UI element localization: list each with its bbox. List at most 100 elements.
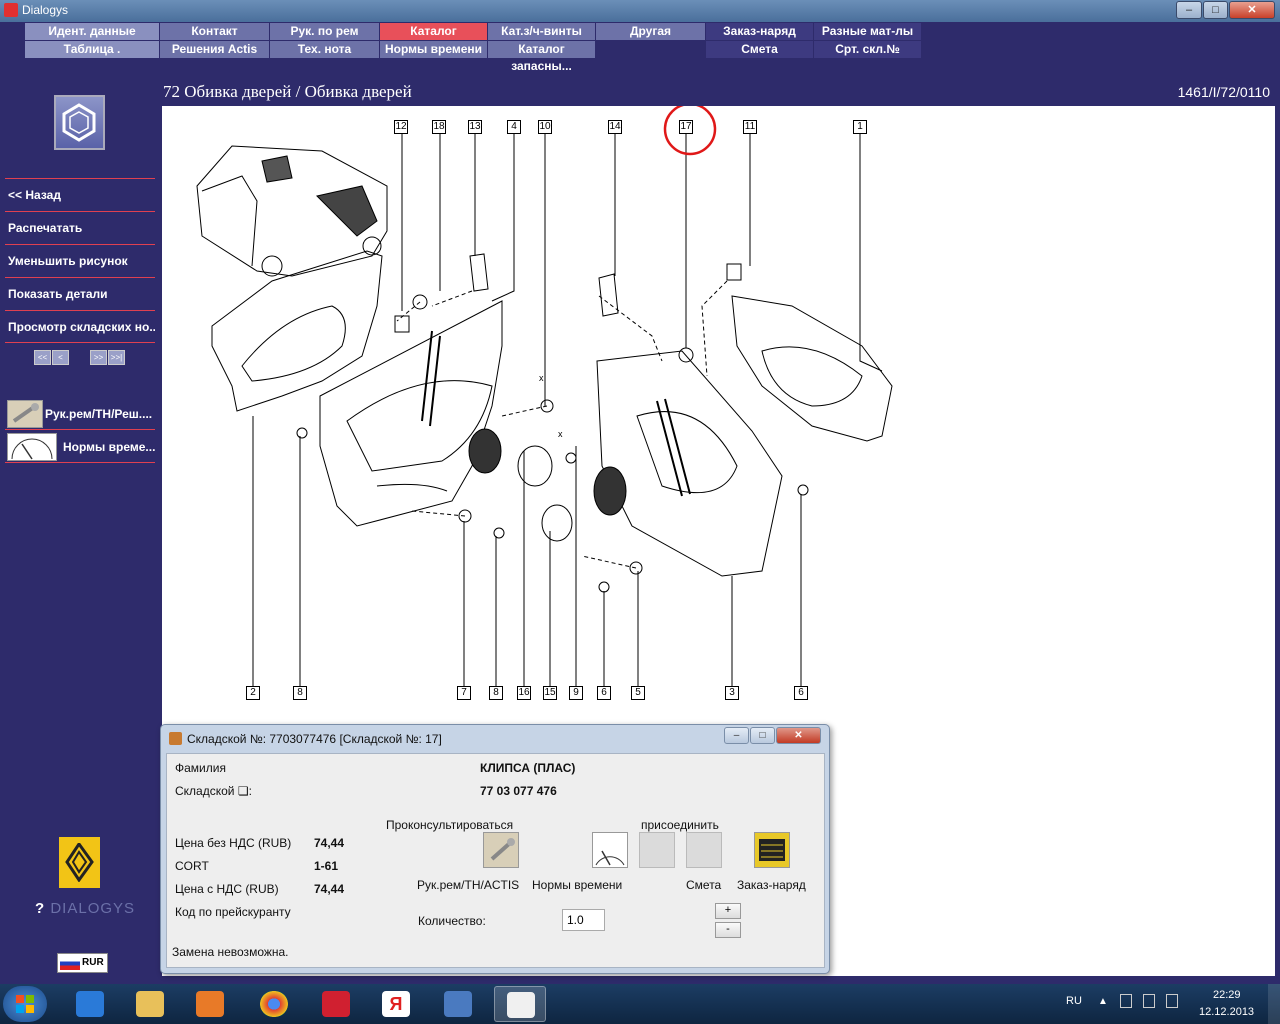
callout-1[interactable]: 1 bbox=[853, 120, 867, 134]
title-bar: Dialogys – □ ✕ bbox=[0, 0, 1280, 22]
chrome-icon bbox=[260, 991, 288, 1017]
dialog-minimize-button[interactable]: – bbox=[724, 727, 749, 744]
zoom-out-button[interactable]: Уменьшить рисунок bbox=[5, 244, 155, 276]
menu-repair-manual[interactable]: Рук. по рем bbox=[270, 23, 380, 40]
back-button[interactable]: << Назад bbox=[5, 178, 155, 210]
tile-repair-manual-label: Рук.рем/ТН/Реш.... bbox=[45, 407, 153, 421]
value-part-name: КЛИПСА (ПЛАС) bbox=[480, 761, 576, 775]
callout-9[interactable]: 9 bbox=[569, 686, 583, 700]
hex-nut-logo bbox=[54, 95, 105, 150]
tile-repair-manual[interactable]: Рук.рем/ТН/Реш.... bbox=[5, 398, 155, 430]
callout-15[interactable]: 15 bbox=[543, 686, 557, 700]
callout-10[interactable]: 10 bbox=[538, 120, 552, 134]
taskbar-chrome[interactable] bbox=[248, 986, 300, 1022]
taskbar-java-dialogys[interactable] bbox=[494, 986, 546, 1022]
nav-last-button[interactable]: >>| bbox=[108, 350, 125, 365]
menu-screws-catalog[interactable]: Кат.з/ч-винты bbox=[488, 23, 596, 40]
tile-time-norms[interactable]: Нормы време... bbox=[5, 431, 155, 463]
minimize-button[interactable]: – bbox=[1176, 1, 1202, 19]
tile-time-norms-label: Нормы време... bbox=[63, 440, 156, 454]
work-order-icon[interactable] bbox=[754, 832, 790, 868]
dialog-maximize-button[interactable]: □ bbox=[750, 727, 775, 744]
menu-tech-note[interactable]: Тех. нота bbox=[270, 41, 380, 58]
time-norms-icon[interactable] bbox=[592, 832, 628, 868]
value-price-ex-vat: 74,44 bbox=[314, 836, 345, 850]
taskbar-kaspersky[interactable] bbox=[310, 986, 362, 1022]
label-price-inc-vat: Цена с НДС (RUB) bbox=[175, 882, 279, 896]
menu-work-order[interactable]: Заказ-наряд bbox=[706, 23, 814, 40]
menu-spare-parts-catalog[interactable]: Каталог запасны... bbox=[488, 41, 596, 73]
show-desktop-button[interactable] bbox=[1268, 984, 1280, 1024]
callout-7[interactable]: 7 bbox=[457, 686, 471, 700]
volume-tray-icon[interactable] bbox=[1166, 994, 1178, 1008]
taskbar-explorer[interactable] bbox=[124, 986, 176, 1022]
dialog-title: Складской №: 7703077476 [Складской №: 17… bbox=[187, 732, 442, 746]
media-player-icon bbox=[196, 991, 224, 1017]
nav-next-button[interactable]: >> bbox=[90, 350, 107, 365]
menu-actis-solutions[interactable]: Решения Actis bbox=[160, 41, 270, 58]
gauge-icon bbox=[7, 433, 57, 461]
repair-manual-icon[interactable] bbox=[483, 832, 519, 868]
page-title: 72 Обивка дверей / Обивка дверей bbox=[163, 82, 412, 101]
java-icon bbox=[169, 732, 182, 745]
menu-estimate[interactable]: Смета bbox=[706, 41, 814, 58]
flag-icon[interactable] bbox=[1143, 994, 1155, 1008]
label-price-ex-vat: Цена без НДС (RUB) bbox=[175, 836, 292, 850]
label-action-time-norms: Нормы времени bbox=[532, 878, 623, 892]
page-reference: 1461/I/72/0110 bbox=[1177, 84, 1270, 100]
value-stock-no: 77 03 077 476 bbox=[480, 784, 557, 798]
callout-5[interactable]: 5 bbox=[631, 686, 645, 700]
door-trim-drawing: x x bbox=[196, 102, 893, 686]
menu-stock-no[interactable]: Срт. скл.№ bbox=[814, 41, 922, 58]
close-button[interactable]: ✕ bbox=[1229, 1, 1275, 19]
label-attach: присоединить bbox=[641, 818, 719, 832]
nav-first-button[interactable]: << bbox=[34, 350, 51, 365]
callout-14[interactable]: 14 bbox=[608, 120, 622, 134]
maximize-button[interactable]: □ bbox=[1203, 1, 1228, 19]
show-details-button[interactable]: Показать детали bbox=[5, 277, 155, 309]
clock-date[interactable]: 12.12.2013 bbox=[1199, 1006, 1254, 1018]
taskbar-media[interactable] bbox=[184, 986, 236, 1022]
callout-2[interactable]: 2 bbox=[246, 686, 260, 700]
taskbar-ie[interactable] bbox=[64, 986, 116, 1022]
print-button[interactable]: Распечатать bbox=[5, 211, 155, 243]
menu-time-norms[interactable]: Нормы времени bbox=[380, 41, 488, 58]
tray-arrow-icon[interactable]: ▲ bbox=[1098, 996, 1108, 1007]
value-price-inc-vat: 74,44 bbox=[314, 882, 345, 896]
callout-17[interactable]: 17 bbox=[679, 120, 693, 134]
dialog-close-button[interactable]: ✕ bbox=[776, 727, 821, 744]
callout-11[interactable]: 11 bbox=[743, 120, 757, 134]
currency-selector[interactable]: RUR bbox=[57, 953, 108, 973]
callout-12[interactable]: 12 bbox=[394, 120, 408, 134]
nav-prev-button[interactable]: < bbox=[52, 350, 69, 365]
estimate-icon[interactable] bbox=[686, 832, 722, 868]
ie-icon bbox=[76, 991, 104, 1017]
menu-parts-catalog[interactable]: Каталог запчастей bbox=[380, 23, 488, 55]
label-surname: Фамилия bbox=[175, 761, 226, 775]
menu-other[interactable]: Другая bbox=[596, 23, 706, 40]
callout-16[interactable]: 16 bbox=[517, 686, 531, 700]
quantity-plus-button[interactable]: + bbox=[715, 903, 741, 919]
callout-6b[interactable]: 6 bbox=[794, 686, 808, 700]
callout-13[interactable]: 13 bbox=[468, 120, 482, 134]
callout-6a[interactable]: 6 bbox=[597, 686, 611, 700]
callout-8b[interactable]: 8 bbox=[489, 686, 503, 700]
taskbar-volume[interactable] bbox=[432, 986, 484, 1022]
menu-misc-materials[interactable]: Разные мат-лы bbox=[814, 23, 922, 40]
network-icon[interactable] bbox=[1120, 994, 1132, 1008]
menu-ident-data[interactable]: Идент. данные bbox=[25, 23, 160, 40]
clock-time[interactable]: 22:29 bbox=[1213, 989, 1241, 1001]
callout-4[interactable]: 4 bbox=[507, 120, 521, 134]
language-indicator[interactable]: RU bbox=[1066, 995, 1082, 1007]
dialog-title-bar[interactable]: Складской №: 7703077476 [Складской №: 17… bbox=[161, 725, 829, 751]
callout-8a[interactable]: 8 bbox=[293, 686, 307, 700]
quantity-minus-button[interactable]: - bbox=[715, 922, 741, 938]
taskbar-yandex[interactable]: Я bbox=[370, 986, 422, 1022]
callout-3[interactable]: 3 bbox=[725, 686, 739, 700]
quantity-input[interactable]: 1.0 bbox=[562, 909, 605, 931]
view-stock-numbers-button[interactable]: Просмотр складских но... bbox=[5, 310, 155, 343]
menu-contact[interactable]: Контакт bbox=[160, 23, 270, 40]
menu-table[interactable]: Таблица . bbox=[25, 41, 160, 58]
callout-18[interactable]: 18 bbox=[432, 120, 446, 134]
start-button[interactable] bbox=[3, 986, 47, 1022]
